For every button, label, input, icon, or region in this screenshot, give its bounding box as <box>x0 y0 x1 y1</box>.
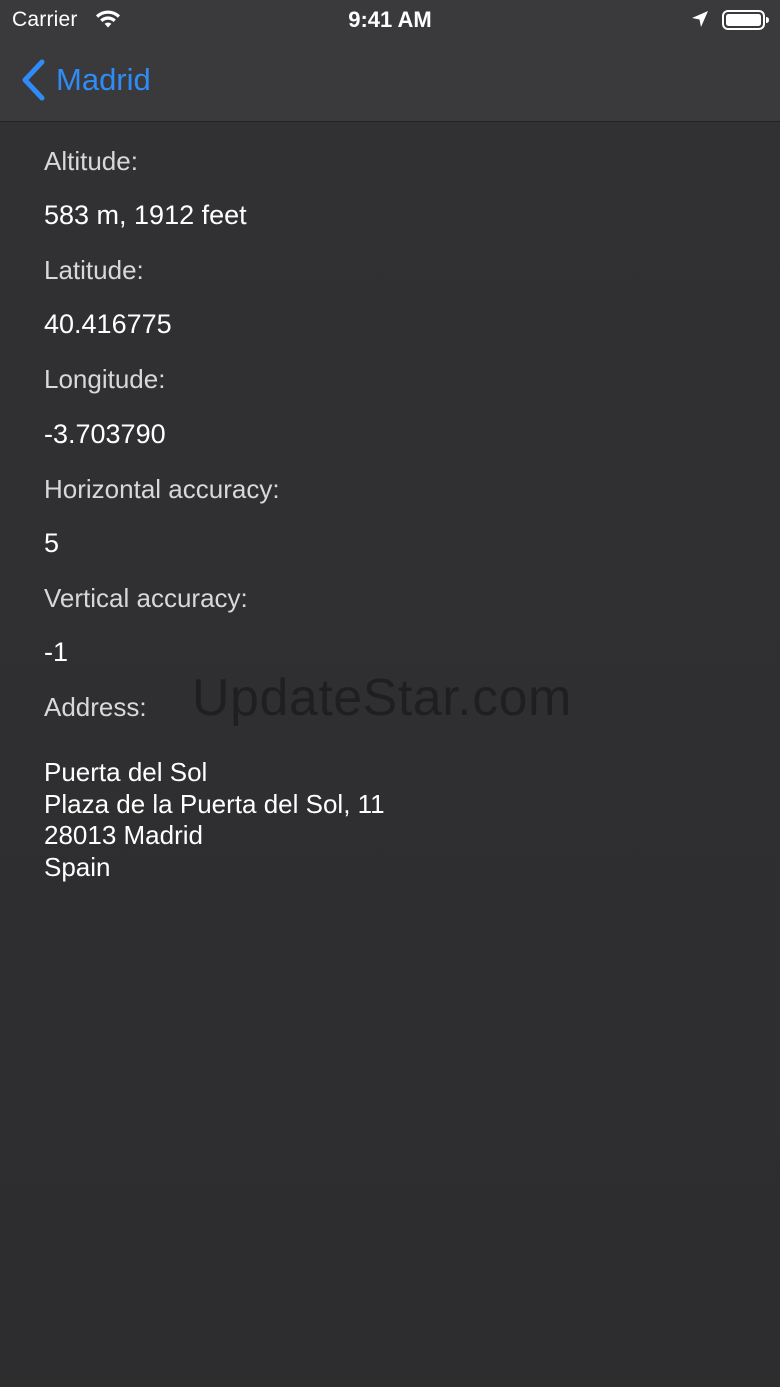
address-line-1: Puerta del Sol <box>44 757 208 787</box>
vertical-accuracy-value: -1 <box>44 637 69 667</box>
latitude-label: Latitude: <box>44 255 144 285</box>
longitude-value: -3.703790 <box>44 419 166 449</box>
address-line-4: Spain <box>44 852 111 882</box>
watermark: UpdateStar.com <box>192 669 572 727</box>
battery-icon <box>722 10 769 30</box>
chevron-left-icon <box>22 59 45 101</box>
address-label: Address: <box>44 692 147 722</box>
location-details: Altitude: 583 m, 1912 feet Latitude: 40.… <box>0 122 780 1387</box>
vertical-accuracy-label: Vertical accuracy: <box>44 583 248 613</box>
back-button-label: Madrid <box>56 62 151 97</box>
latitude-value: 40.416775 <box>44 309 172 339</box>
altitude-value: 583 m, 1912 feet <box>44 200 247 230</box>
navigation-bar: Madrid <box>0 40 780 122</box>
clock: 9:41 AM <box>348 7 432 32</box>
address-line-2: Plaza de la Puerta del Sol, 11 <box>44 789 385 819</box>
horizontal-accuracy-label: Horizontal accuracy: <box>44 474 280 504</box>
status-bar: Carrier 9:41 AM <box>0 0 780 40</box>
horizontal-accuracy-value: 5 <box>44 528 60 558</box>
altitude-label: Altitude: <box>44 146 138 176</box>
location-arrow-icon <box>692 11 708 27</box>
address-line-3: 28013 Madrid <box>44 820 203 850</box>
longitude-label: Longitude: <box>44 364 166 394</box>
back-button[interactable]: Madrid <box>20 56 151 104</box>
screen: Carrier 9:41 AM Madrid Altitude: 583 m, … <box>0 0 780 1387</box>
